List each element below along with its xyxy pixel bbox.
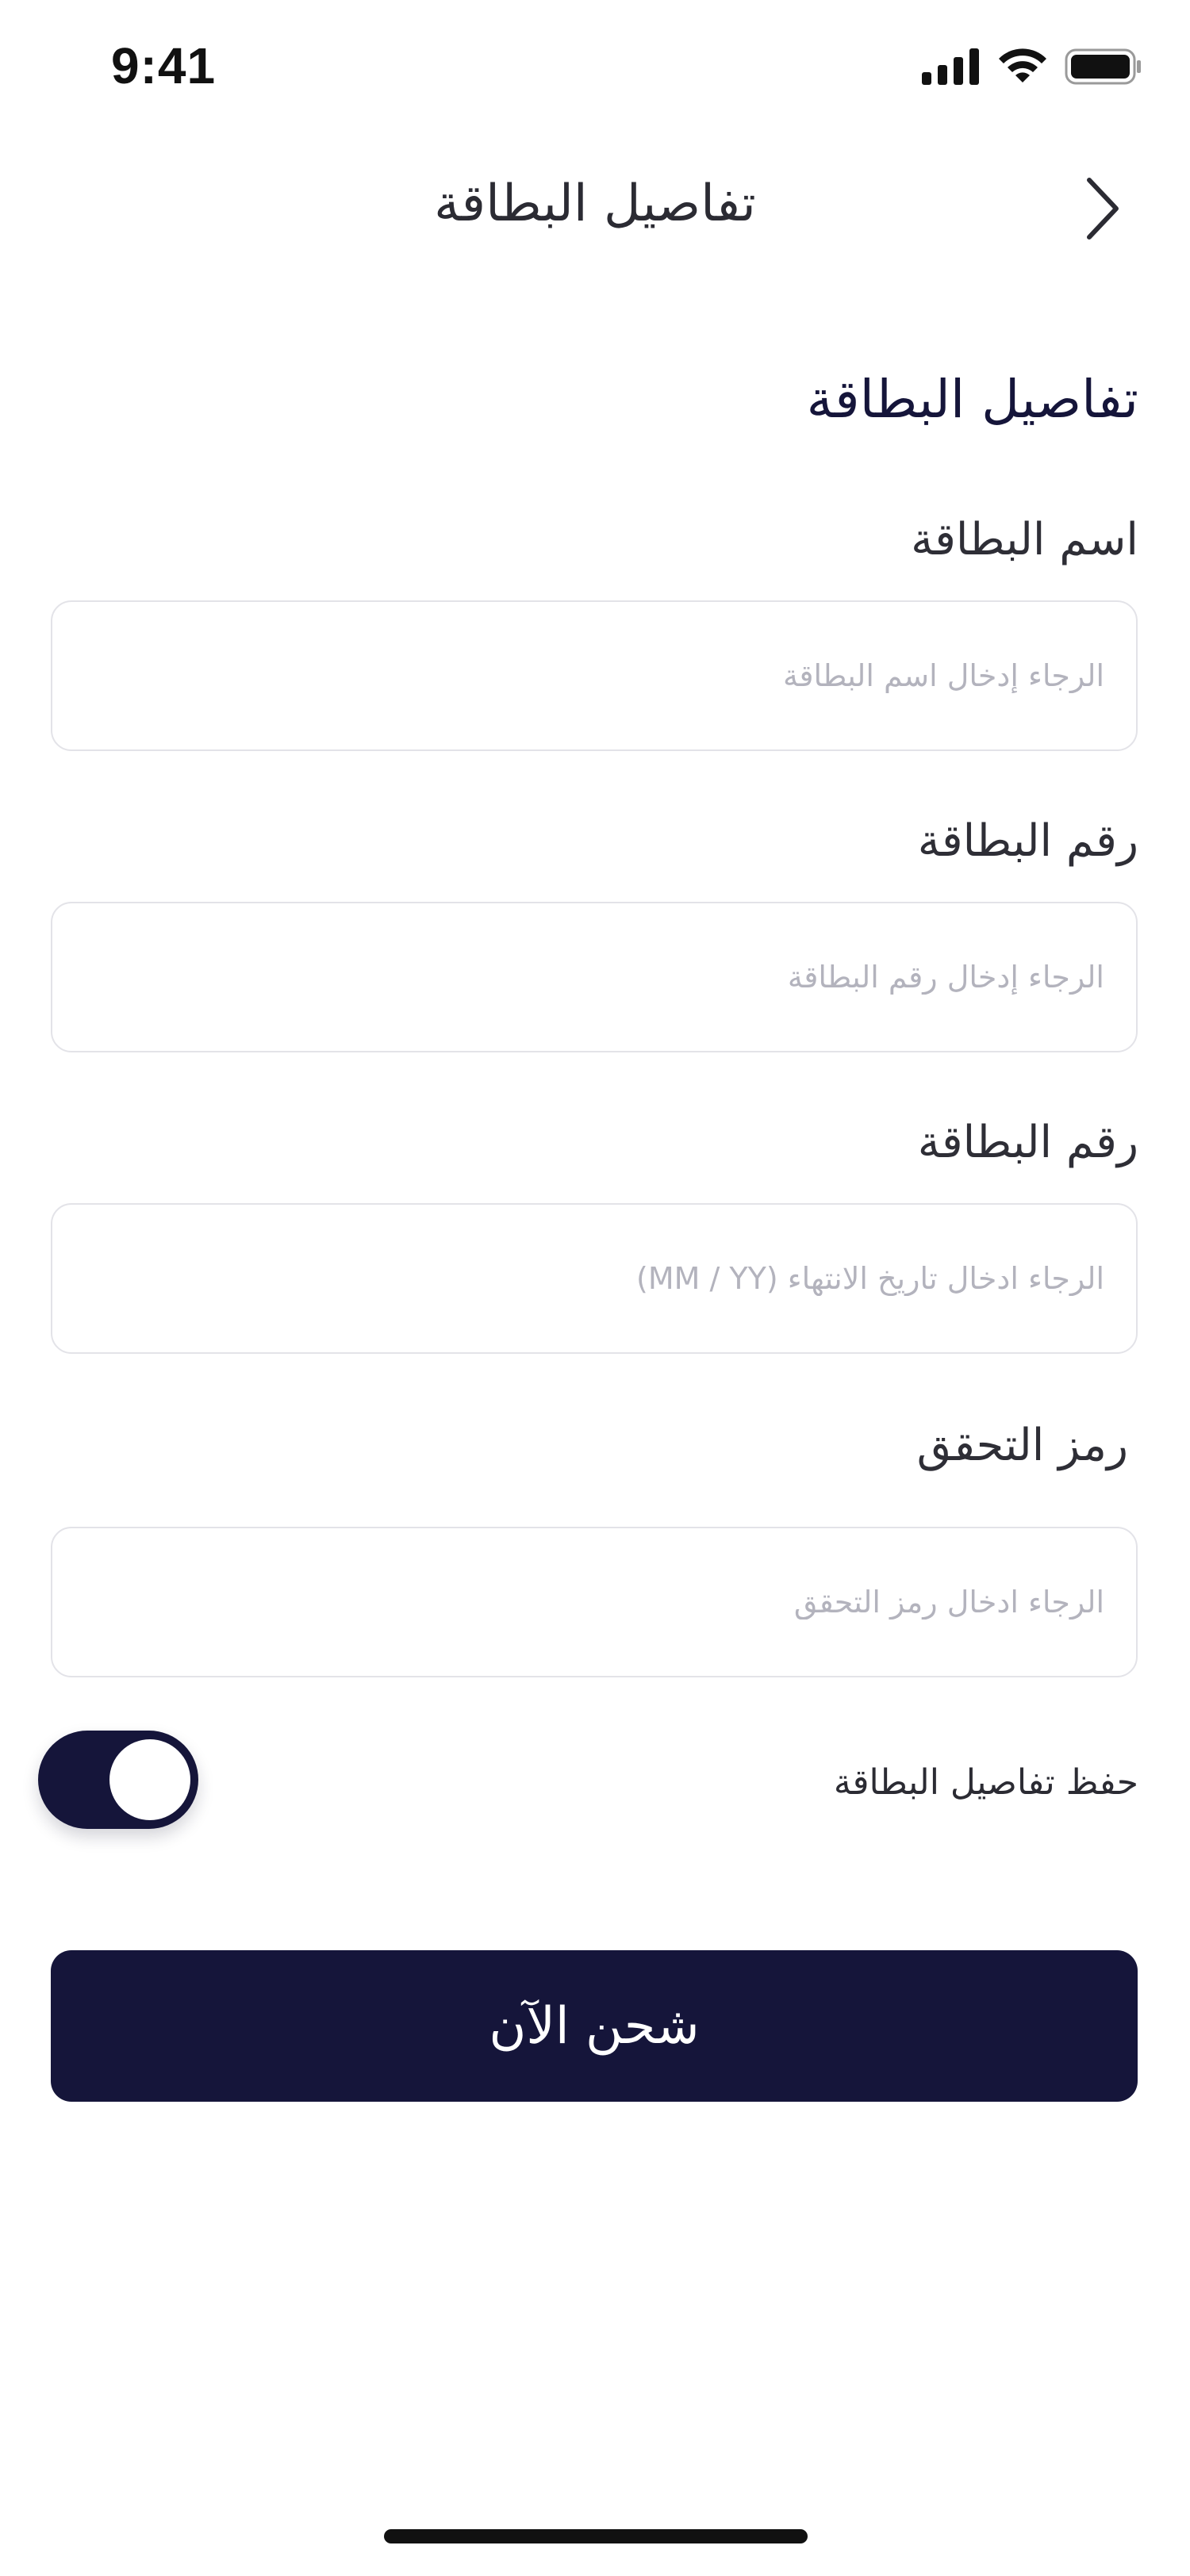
battery-icon [1065,48,1142,88]
expiry-label: رقم البطاقة [917,1117,1138,1168]
expiry-input[interactable] [52,1205,1136,1352]
cvv-label: رمز التحقق [916,1420,1128,1471]
status-icons [922,48,1142,89]
card-number-field[interactable] [51,902,1138,1052]
toggle-knob [109,1739,190,1820]
chevron-right-icon [1083,175,1123,245]
page-title: تفاصيل البطاقة [0,174,1190,233]
card-name-label: اسم البطاقة [911,514,1138,565]
card-number-input[interactable] [52,903,1136,1051]
save-card-toggle[interactable] [38,1731,198,1829]
cellular-signal-icon [922,48,981,88]
card-name-input[interactable] [52,602,1136,749]
expiry-field[interactable] [51,1203,1138,1354]
page-title-text: تفاصيل البطاقة [434,174,756,233]
wifi-icon [996,48,1049,89]
save-card-label: حفظ تفاصيل البطاقة [833,1762,1138,1803]
section-title: تفاصيل البطاقة [806,369,1138,430]
status-bar: 9:41 [0,0,1190,143]
cvv-field[interactable] [51,1527,1138,1677]
charge-now-button[interactable]: شحن الآن [51,1950,1138,2102]
back-button[interactable] [1071,171,1134,250]
status-time: 9:41 [111,37,217,94]
home-indicator [384,2529,808,2543]
cvv-input[interactable] [52,1528,1136,1676]
card-number-label: رقم البطاقة [917,815,1138,867]
card-name-field[interactable] [51,600,1138,751]
